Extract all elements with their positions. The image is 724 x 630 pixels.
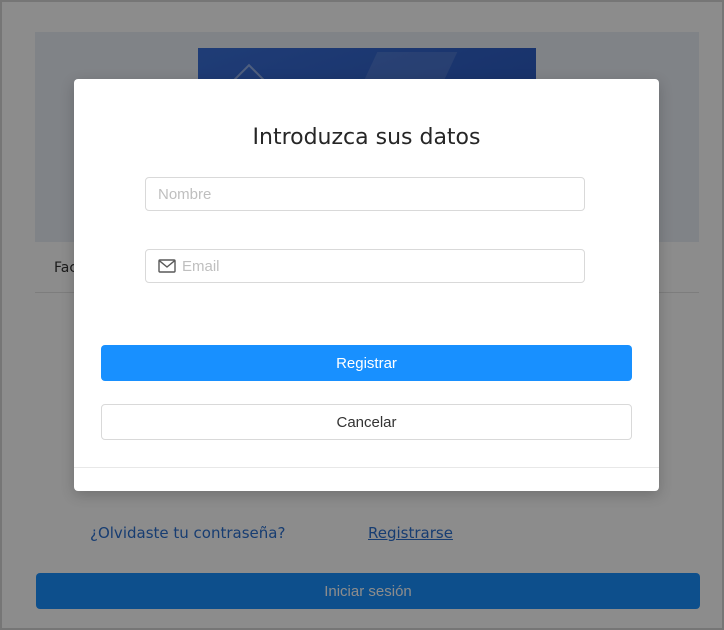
email-input[interactable]: [176, 250, 584, 282]
register-modal: Introduzca sus datos Registrar Cancelar: [74, 79, 659, 491]
mail-icon: [158, 259, 176, 273]
modal-title: Introduzca sus datos: [252, 125, 481, 150]
modal-footer-divider: [74, 467, 659, 468]
name-field[interactable]: [145, 177, 585, 211]
email-field[interactable]: [145, 249, 585, 283]
name-input[interactable]: [146, 178, 584, 210]
register-button[interactable]: Registrar: [101, 345, 632, 381]
cancel-button[interactable]: Cancelar: [101, 404, 632, 440]
